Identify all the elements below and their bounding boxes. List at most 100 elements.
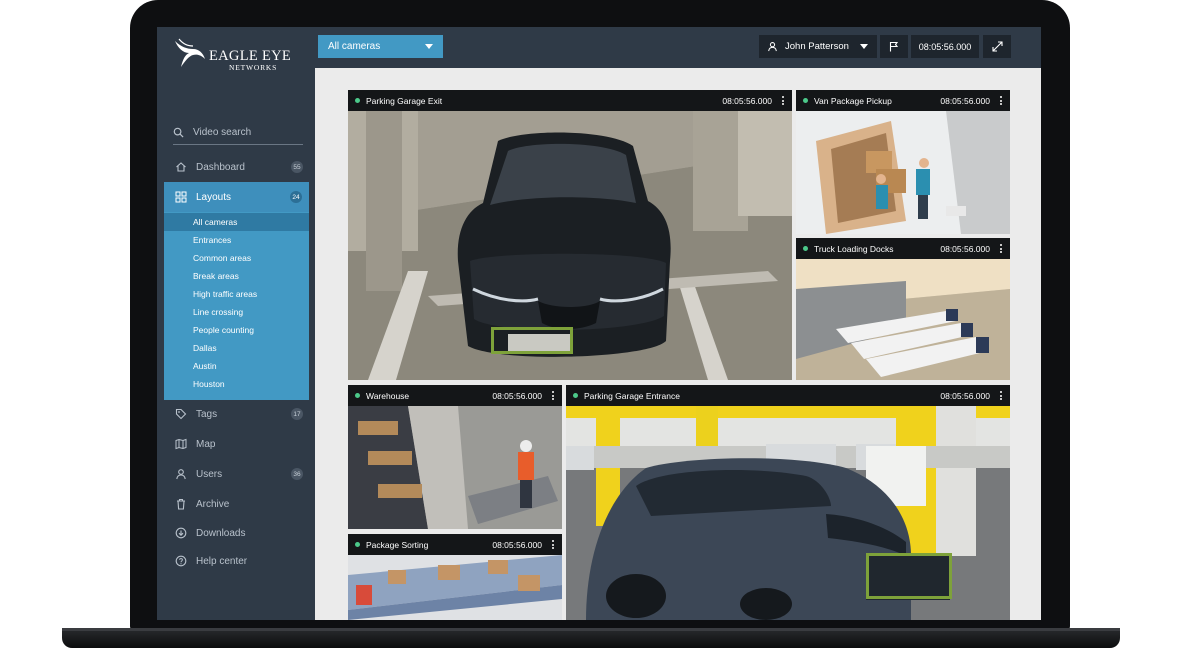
eagle-eye-logo[interactable]: EAGLE EYE NETWORKS	[173, 37, 293, 73]
camera-name: Warehouse	[366, 390, 410, 401]
sidebar-item-downloads[interactable]: Downloads	[157, 518, 315, 548]
laptop-base-edge	[62, 628, 1120, 631]
video-feed[interactable]	[566, 406, 1010, 620]
layout-entrances[interactable]: Entrances	[164, 231, 309, 249]
more-options-icon[interactable]	[996, 244, 1006, 253]
sidebar-item-label: Downloads	[196, 527, 246, 539]
layout-houston[interactable]: Houston	[164, 375, 309, 393]
tile-header: Van Package Pickup 08:05:56.000	[796, 90, 1010, 111]
camera-name: Package Sorting	[366, 539, 429, 550]
sidebar-item-help-center[interactable]: Help center	[157, 546, 315, 576]
camera-grid: Parking Garage Exit 08:05:56.000 Van Pac…	[315, 68, 1041, 620]
layout-dallas[interactable]: Dallas	[164, 339, 309, 357]
video-feed[interactable]	[796, 259, 1010, 380]
camera-tile-parking-garage-entrance[interactable]: Parking Garage Entrance 08:05:56.000	[566, 385, 1010, 620]
layout-people-counting[interactable]: People counting	[164, 321, 309, 339]
camera-tile-warehouse[interactable]: Warehouse 08:05:56.000	[348, 385, 562, 529]
laptop-base	[62, 628, 1120, 648]
video-feed[interactable]	[348, 555, 562, 620]
camera-select-value: All cameras	[328, 41, 381, 52]
user-icon	[768, 42, 777, 52]
tag-icon	[175, 408, 187, 420]
user-name: John Patterson	[785, 41, 849, 52]
live-status-icon	[355, 393, 360, 398]
sidebar-item-layouts[interactable]: Layouts 24	[164, 182, 309, 212]
layout-high-traffic-areas[interactable]: High traffic areas	[164, 285, 309, 303]
brand-sub: NETWORKS	[229, 63, 278, 72]
eagle-icon	[175, 38, 205, 67]
sidebar-item-label: Map	[196, 438, 216, 450]
camera-time: 08:05:56.000	[492, 390, 542, 401]
more-options-icon[interactable]	[548, 391, 558, 400]
user-icon	[175, 468, 187, 480]
package-sorting-video	[348, 555, 562, 620]
sidebar-item-map[interactable]: Map	[157, 429, 315, 459]
sidebar-item-label: Layouts	[196, 191, 232, 203]
layout-common-areas[interactable]: Common areas	[164, 249, 309, 267]
more-options-icon[interactable]	[996, 391, 1006, 400]
archive-icon	[175, 498, 187, 510]
sidebar-item-label: Archive	[196, 498, 230, 510]
video-feed[interactable]	[348, 406, 562, 529]
video-feed[interactable]	[796, 111, 1010, 234]
live-status-icon	[803, 98, 808, 103]
count-badge: 36	[291, 468, 303, 480]
count-badge: 17	[291, 408, 303, 420]
grid-icon	[175, 191, 187, 203]
current-time: 08:05:56.000	[911, 35, 979, 58]
layout-break-areas[interactable]: Break areas	[164, 267, 309, 285]
more-options-icon[interactable]	[778, 96, 788, 105]
sidebar-item-tags[interactable]: Tags 17	[157, 399, 315, 429]
layout-all-cameras[interactable]: All cameras	[164, 213, 309, 231]
camera-tile-package-sorting[interactable]: Package Sorting 08:05:56.000	[348, 534, 562, 620]
search-label: Video search	[193, 127, 252, 138]
warehouse-video	[348, 406, 562, 529]
camera-name: Parking Garage Entrance	[584, 390, 680, 401]
live-status-icon	[803, 246, 808, 251]
map-icon	[175, 438, 187, 450]
count-badge: 24	[290, 191, 302, 203]
more-options-icon[interactable]	[996, 96, 1006, 105]
search-icon	[173, 127, 184, 138]
count-badge: 55	[291, 161, 303, 173]
user-menu[interactable]: John Patterson	[759, 35, 877, 58]
camera-layout-select[interactable]: All cameras	[318, 35, 443, 58]
live-status-icon	[355, 542, 360, 547]
sidebar-item-users[interactable]: Users 36	[157, 459, 315, 489]
layout-austin[interactable]: Austin	[164, 357, 309, 375]
live-status-icon	[573, 393, 578, 398]
download-icon	[175, 527, 187, 539]
flag-button[interactable]	[880, 35, 908, 58]
license-plate-detection-box	[491, 327, 573, 354]
video-feed[interactable]	[348, 111, 792, 380]
sidebar-item-label: Users	[196, 468, 223, 480]
fullscreen-button[interactable]	[983, 35, 1011, 58]
camera-tile-truck-loading-docks[interactable]: Truck Loading Docks 08:05:56.000	[796, 238, 1010, 380]
chevron-down-icon	[425, 44, 433, 49]
camera-time: 08:05:56.000	[492, 539, 542, 550]
video-search[interactable]: Video search	[173, 121, 303, 145]
camera-name: Parking Garage Exit	[366, 95, 443, 106]
tile-header: Parking Garage Exit 08:05:56.000	[348, 90, 792, 111]
tile-header: Warehouse 08:05:56.000	[348, 385, 562, 406]
more-options-icon[interactable]	[548, 540, 558, 549]
license-plate-detection-box	[866, 553, 952, 599]
camera-tile-van-package-pickup[interactable]: Van Package Pickup 08:05:56.000	[796, 90, 1010, 234]
tile-header: Parking Garage Entrance 08:05:56.000	[566, 385, 1010, 406]
camera-time: 08:05:56.000	[940, 390, 990, 401]
camera-tile-parking-garage-exit[interactable]: Parking Garage Exit 08:05:56.000	[348, 90, 792, 380]
van-package-pickup-video	[796, 111, 1010, 234]
camera-name: Van Package Pickup	[814, 95, 892, 106]
layouts-section: Layouts 24 All cameras Entrances Common …	[164, 182, 309, 400]
truck-loading-docks-video	[796, 259, 1010, 380]
sidebar-item-archive[interactable]: Archive	[157, 489, 315, 519]
sidebar-item-label: Dashboard	[196, 161, 245, 173]
topbar: All cameras John Patterson 08:05:56.000	[315, 27, 1041, 68]
sidebar-item-label: Tags	[196, 408, 218, 420]
flag-icon	[889, 41, 899, 52]
layout-line-crossing[interactable]: Line crossing	[164, 303, 309, 321]
sidebar-item-dashboard[interactable]: Dashboard 55	[157, 152, 315, 182]
help-icon	[175, 555, 187, 567]
app-screen: EAGLE EYE NETWORKS Video search Dashboar…	[157, 27, 1041, 620]
expand-icon	[991, 41, 1003, 52]
